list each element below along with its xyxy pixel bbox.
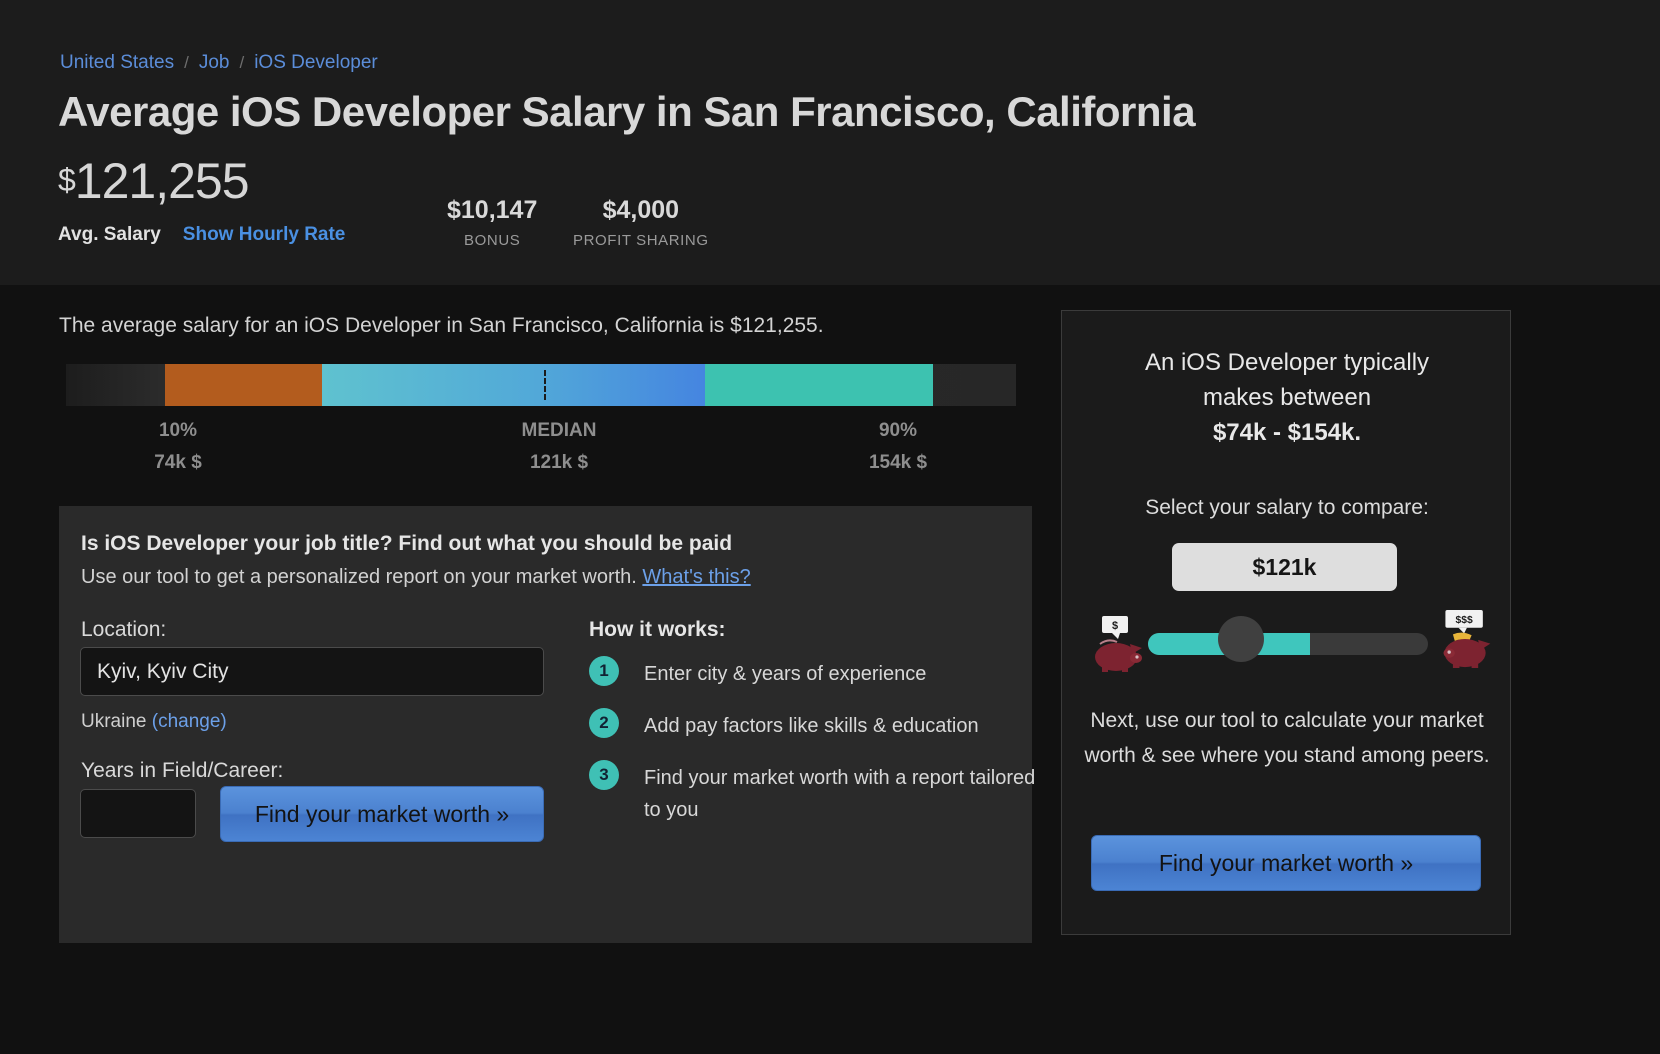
sidebar-headline-line1: An iOS Developer typically [1144,349,1430,376]
slider-track[interactable] [1148,633,1428,655]
whats-this-link[interactable]: What's this? [642,566,750,588]
location-input[interactable] [80,647,544,696]
stat-bonus-caption: BONUS [464,232,521,249]
cta-subtext-text: Use our tool to get a personalized repor… [81,566,637,588]
slider-handle[interactable] [1218,616,1264,662]
stat-profit-sharing: $4,000 PROFIT SHARING [573,196,709,249]
how-step-1-number: 1 [589,656,619,686]
page-header: United States / Job / iOS Developer Average … [0,0,1660,285]
market-worth-panel: Is iOS Developer your job title? Find ou… [59,506,1035,943]
percentile-segment-mid [322,364,705,406]
sidebar-headline-line2: makes between [1202,384,1372,411]
percentile-bar-labels: 10% 74k $ MEDIAN 121k $ 90% 154k $ [66,420,1016,480]
percentile-label-90-text: 90% [878,420,918,441]
show-hourly-rate-link[interactable]: Show Hourly Rate [183,224,346,245]
stat-bonus: $10,147 BONUS [447,196,537,249]
average-salary-value: 121,255 [74,153,250,209]
percentile-value-10: 74k $ [154,452,202,473]
breadcrumb-item-role[interactable]: iOS Developer [254,52,378,73]
breadcrumb-separator-2: / [239,53,245,72]
percentile-label-90: 90% 154k $ [838,420,958,474]
how-step-2-text: Add pay factors like skills & education [644,715,979,737]
page-title: Average iOS Developer Salary in San Fran… [58,88,1196,135]
percentile-value-median: 121k $ [529,452,589,473]
piggy-bank-small-icon: $ [1095,616,1142,672]
average-salary-row: Avg. Salary Show Hourly Rate [58,224,345,246]
change-location-link[interactable]: (change) [152,711,227,732]
salary-page: United States / Job / iOS Developer Average … [0,0,1660,1054]
cta-subtext: Use our tool to get a personalized repor… [81,566,751,589]
percentile-label-10: 10% 74k $ [118,420,238,474]
years-label: Years in Field/Career: [81,759,284,782]
percentile-bar [66,364,1016,406]
piggy-bank-large-icon: $$$ [1443,610,1491,668]
how-step-3-text: Find your market worth with a report tai… [644,767,1036,821]
stat-profit-sharing-value: $4,000 [602,196,680,224]
how-step-2-number: 2 [589,708,619,738]
location-label: Location: [81,618,167,641]
how-step-1-text: Enter city & years of experience [644,663,927,685]
sidebar-headline-range: $74k - $154k. [1212,419,1362,446]
percentile-value-90: 154k $ [868,452,928,473]
average-salary-sentence: The average salary for an iOS Developer … [59,314,824,337]
svg-text:$$$: $$$ [1456,615,1473,626]
how-step-3-number: 3 [589,760,619,790]
selected-salary-chip[interactable]: $121k [1172,543,1397,591]
page-body: The average salary for an iOS Developer … [0,285,1660,1054]
sidebar-select-prompt: Select your salary to compare: [1145,496,1429,519]
stat-profit-sharing-caption: PROFIT SHARING [573,232,709,249]
years-input[interactable] [80,789,196,838]
stat-bonus-value: $10,147 [447,196,538,224]
location-country: Ukraine (change) [81,711,227,733]
svg-text:$: $ [1112,620,1118,632]
cta-heading: Is iOS Developer your job title? Find ou… [81,532,733,555]
location-country-text: Ukraine [81,711,147,732]
percentile-label-median-text: MEDIAN [521,420,597,441]
currency-symbol: $ [58,162,76,198]
percentile-segment-low [165,364,322,406]
breadcrumb-separator-1: / [184,53,189,72]
percentile-segment-high [705,364,933,406]
salary-percentile-chart: 10% 74k $ MEDIAN 121k $ 90% 154k $ [66,364,1016,480]
breadcrumb-item-job[interactable]: Job [199,52,230,73]
breadcrumb-item-country[interactable]: United States [60,52,174,73]
breadcrumb: United States / Job / iOS Developer [60,52,378,74]
percentile-label-10-text: 10% [158,420,198,441]
compare-salary-card: An iOS Developer typically makes between… [1061,310,1511,935]
find-market-worth-button-main[interactable]: Find your market worth » [220,786,544,842]
average-salary-amount: $121,255 [58,152,250,210]
percentile-label-median: MEDIAN 121k $ [484,420,634,474]
average-salary-label: Avg. Salary [58,224,161,245]
sidebar-footer-text: Next, use our tool to calculate your mar… [1084,709,1490,767]
median-marker [544,370,546,400]
how-it-works-heading: How it works: [589,618,726,641]
salary-slider[interactable]: $ $$$ [1086,606,1491,676]
sidebar-headline: An iOS Developer typically makes between… [1092,345,1482,450]
find-market-worth-button-sidebar[interactable]: Find your market worth » [1091,835,1481,891]
